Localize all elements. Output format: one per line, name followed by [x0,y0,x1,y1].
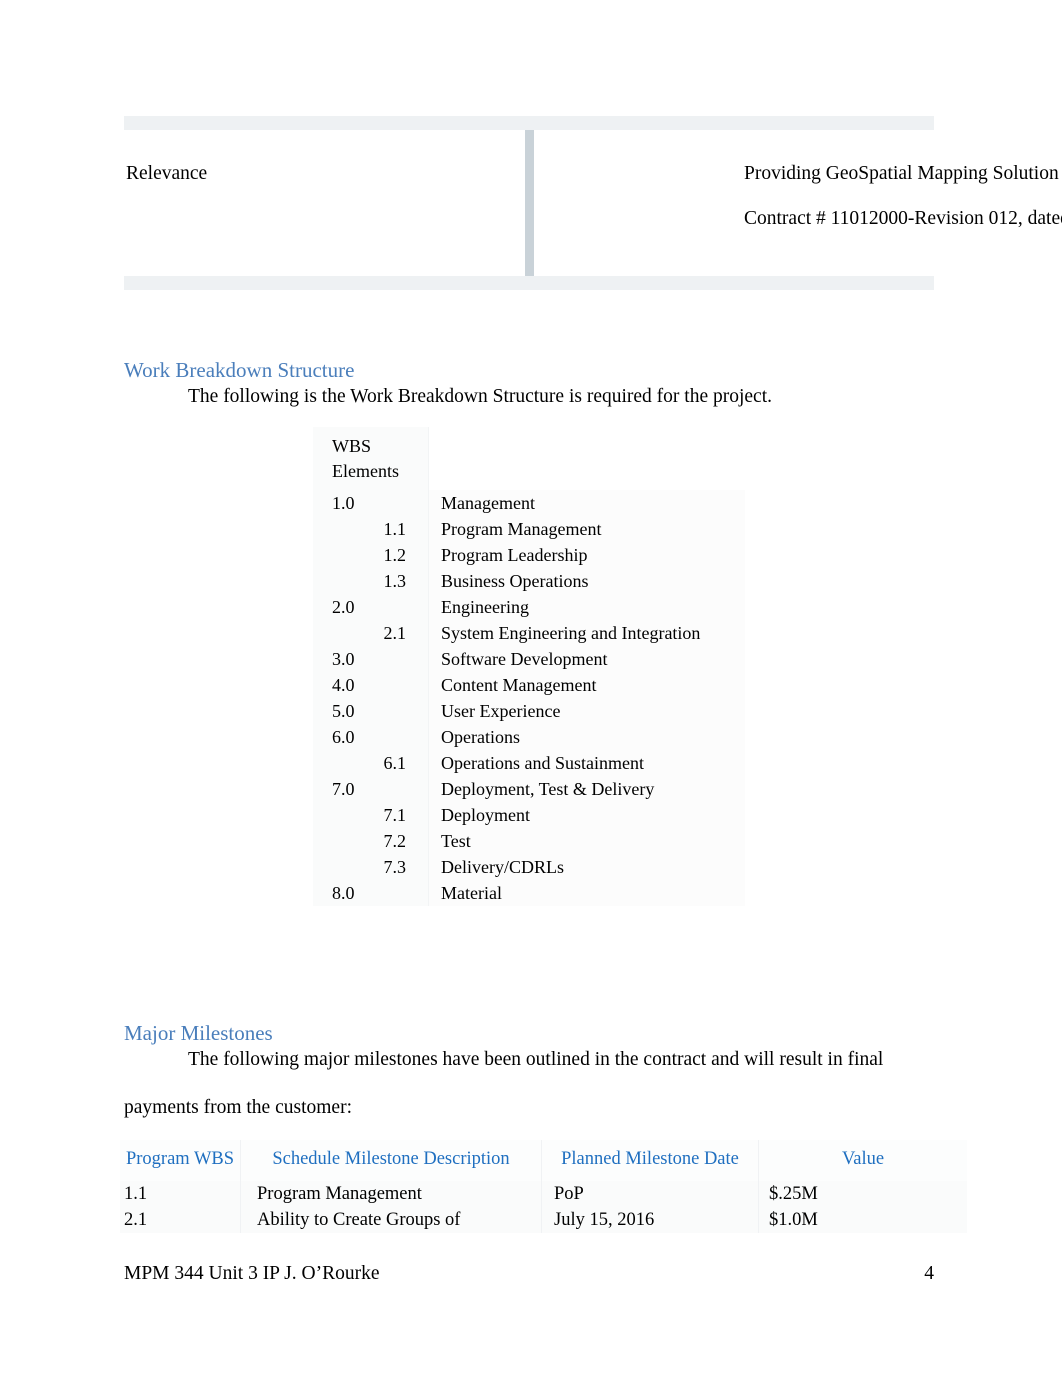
wbs-row-number: 2.0 [313,593,429,620]
vertical-divider-bar [524,130,534,276]
heading-work-breakdown-structure: Work Breakdown Structure [124,358,355,382]
wbs-table-row: 4.0 Content Management [313,671,745,698]
footer-title: MPM 344 Unit 3 IP J. O’Rourke [124,1263,380,1284]
wbs-row-name: Program Management [428,515,745,542]
relevance-divider-cell [394,130,664,276]
wbs-table-row: 7.3 Delivery/CDRLs [313,853,745,880]
milestones-cell-description: Ability to Create Groups of [240,1207,542,1234]
relevance-label: Relevance [124,130,394,276]
wbs-row-number: 1.2 [313,541,429,568]
wbs-header-row: WBS Elements [313,427,745,490]
milestones-table-row: 2.1 Ability to Create Groups of July 15, 2… [120,1207,967,1234]
wbs-row-name: Deployment, Test & Delivery [428,775,745,802]
wbs-row-name: Operations [428,723,745,750]
page-footer: MPM 344 Unit 3 IP J. O’Rourke 4 [124,1264,934,1284]
wbs-table-row: 2.1 System Engineering and Integration [313,619,745,646]
bottom-band-left [124,276,394,290]
milestones-column-header-program-wbs: Program WBS [120,1140,241,1182]
wbs-row-name: User Experience [428,697,745,724]
milestones-cell-date: PoP [541,1181,759,1208]
wbs-table-row: 5.0 User Experience [313,697,745,724]
relevance-table-top-band [124,116,934,130]
milestones-column-header-value: Value [758,1140,967,1182]
wbs-table-row: 7.2 Test [313,827,745,854]
wbs-row-name: Business Operations [428,567,745,594]
wbs-row-number: 4.0 [313,671,429,698]
milestones-table-row: 1.1 Program Management PoP $.25M [120,1181,967,1208]
milestones-column-header-description: Schedule Milestone Description [240,1140,542,1182]
wbs-row-number: 7.2 [313,827,429,854]
wbs-table: WBS Elements 1.0 Management 1.1 Program Man… [313,427,745,906]
top-band-right [664,116,934,130]
wbs-table-row: 1.1 Program Management [313,515,745,542]
heading-major-milestones: Major Milestones [124,1021,273,1045]
relevance-row: Relevance Providing GeoSpatial Mapping S… [124,130,1062,276]
wbs-table-row: 8.0 Material [313,879,745,906]
footer-page-number: 4 [924,1263,934,1284]
relevance-value-line-1: Providing GeoSpatial Mapping Solution to… [744,163,1062,184]
wbs-table-row: 1.0 Management [313,489,745,516]
milestones-cell-value: $.25M [758,1181,967,1208]
wbs-row-number: 7.3 [313,853,429,880]
wbs-table-row: 3.0 Software Development [313,645,745,672]
document-page: Relevance Providing GeoSpatial Mapping S… [0,0,1062,1376]
wbs-row-name: System Engineering and Integration [428,619,745,646]
milestones-cell-wbs: 1.1 [120,1181,241,1208]
relevance-table: Relevance Providing GeoSpatial Mapping S… [124,116,1062,290]
relevance-value-cell: Providing GeoSpatial Mapping Solution to… [664,130,1062,276]
milestones-header-row: Program WBS Schedule Milestone Descripti… [120,1140,967,1182]
wbs-row-number: 1.1 [313,515,429,542]
wbs-header-number: WBS Elements [313,427,429,490]
wbs-table-row: 7.0 Deployment, Test & Delivery [313,775,745,802]
wbs-row-name: Delivery/CDRLs [428,853,745,880]
wbs-table-row: 1.3 Business Operations [313,567,745,594]
wbs-row-number: 2.1 [313,619,429,646]
milestones-cell-description: Program Management [240,1181,542,1208]
wbs-row-name: Content Management [428,671,745,698]
bottom-band-divider [394,276,664,290]
milestones-intro-line-2: payments from the customer: [124,1097,352,1118]
wbs-row-name: Operations and Sustainment [428,749,745,776]
wbs-table-row: 6.1 Operations and Sustainment [313,749,745,776]
milestones-cell-wbs: 2.1 [120,1207,241,1234]
wbs-row-name: Material [428,879,745,906]
wbs-row-name: Test [428,827,745,854]
wbs-row-number: 8.0 [313,879,429,906]
top-band-divider [394,116,664,130]
wbs-intro-paragraph: The following is the Work Breakdown Stru… [188,386,773,407]
milestones-intro-line-1: The following major milestones have been… [188,1049,884,1070]
wbs-row-number: 1.3 [313,567,429,594]
wbs-table-row: 6.0 Operations [313,723,745,750]
wbs-table-row: 7.1 Deployment [313,801,745,828]
top-band-left [124,116,394,130]
wbs-header-name [428,427,745,490]
wbs-table-row: 1.2 Program Leadership [313,541,745,568]
milestones-column-header-date: Planned Milestone Date [541,1140,759,1182]
wbs-row-number: 7.1 [313,801,429,828]
wbs-row-name: Software Development [428,645,745,672]
wbs-row-name: Engineering [428,593,745,620]
wbs-row-name: Management [428,489,745,516]
milestones-table: Program WBS Schedule Milestone Descripti… [120,1140,967,1234]
wbs-row-name: Program Leadership [428,541,745,568]
wbs-table-row: 2.0 Engineering [313,593,745,620]
wbs-row-name: Deployment [428,801,745,828]
relevance-value-line-2: Contract # 11012000-Revision 012, dated … [744,207,1062,229]
relevance-table-bottom-band [124,276,934,290]
milestones-cell-date: July 15, 2016 [541,1207,759,1234]
wbs-row-number: 1.0 [313,489,429,516]
wbs-row-number: 3.0 [313,645,429,672]
wbs-row-number: 6.1 [313,749,429,776]
milestones-cell-value: $1.0M [758,1207,967,1234]
wbs-row-number: 6.0 [313,723,429,750]
wbs-row-number: 7.0 [313,775,429,802]
wbs-row-number: 5.0 [313,697,429,724]
bottom-band-right [664,276,934,290]
